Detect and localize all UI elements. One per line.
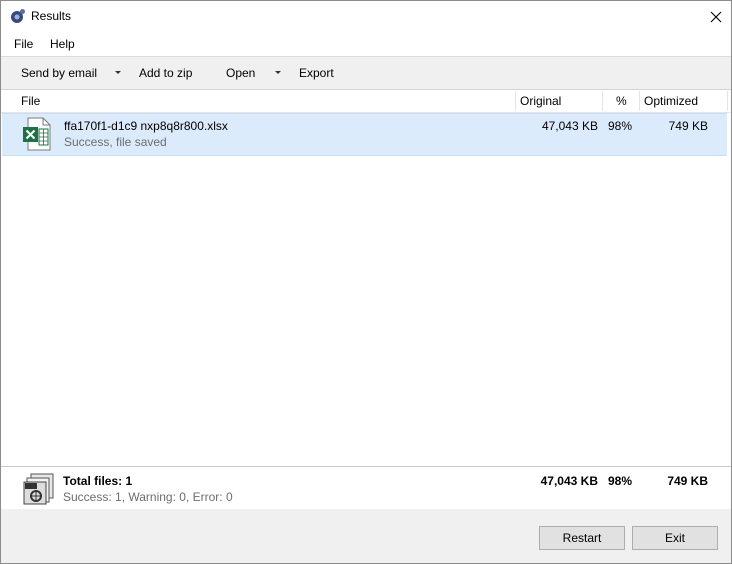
close-button[interactable] <box>701 1 731 32</box>
menu-file[interactable]: File <box>14 37 33 51</box>
exit-button[interactable]: Exit <box>632 526 718 550</box>
menu-help[interactable]: Help <box>50 37 75 51</box>
results-window: Results File Help Send by email Add to z… <box>0 0 732 564</box>
send-by-email-dropdown-icon[interactable] <box>115 71 121 74</box>
total-percent: 98% <box>607 474 632 488</box>
files-stack-icon <box>23 473 54 505</box>
footer-bar: Restart Exit <box>1 509 731 563</box>
window-title: Results <box>31 9 72 23</box>
open-button[interactable]: Open <box>226 66 255 80</box>
results-list <box>1 112 731 466</box>
app-icon <box>11 9 25 23</box>
column-separator[interactable] <box>727 91 728 111</box>
total-files-label: Total files: 1 <box>63 474 133 488</box>
file-status: Success, file saved <box>64 135 167 149</box>
export-button[interactable]: Export <box>299 66 334 80</box>
menu-bar: File Help <box>1 33 731 57</box>
column-header-file[interactable]: File <box>21 90 40 112</box>
title-bar: Results <box>1 1 731 32</box>
send-by-email-button[interactable]: Send by email <box>21 66 97 80</box>
table-row[interactable]: ffa170f1-d1c9 nxp8q8r800.xlsx Success, f… <box>2 113 727 156</box>
total-optimized-size: 749 KB <box>667 474 708 488</box>
column-separator[interactable] <box>515 91 516 111</box>
column-header-optimized[interactable]: Optimized <box>644 90 698 112</box>
file-original-size: 47,043 KB <box>541 119 598 133</box>
open-dropdown-icon[interactable] <box>275 71 281 74</box>
file-optimized-size: 749 KB <box>668 119 708 133</box>
excel-file-icon <box>23 117 51 151</box>
column-separator[interactable] <box>602 91 603 111</box>
column-header-original[interactable]: Original <box>520 90 561 112</box>
column-header-percent[interactable]: % <box>616 90 627 112</box>
list-header: File Original % Optimized <box>1 90 731 113</box>
summary-panel: Total files: 1 Success: 1, Warning: 0, E… <box>1 466 731 510</box>
file-percent: 98% <box>607 119 632 133</box>
summary-detail: Success: 1, Warning: 0, Error: 0 <box>63 490 233 504</box>
file-name: ffa170f1-d1c9 nxp8q8r800.xlsx <box>64 119 228 133</box>
toolbar: Send by email Add to zip Open Export <box>1 57 731 90</box>
restart-button[interactable]: Restart <box>539 526 625 550</box>
add-to-zip-button[interactable]: Add to zip <box>139 66 192 80</box>
total-original-size: 47,043 KB <box>540 474 598 488</box>
column-separator[interactable] <box>639 91 640 111</box>
close-icon <box>710 11 722 22</box>
